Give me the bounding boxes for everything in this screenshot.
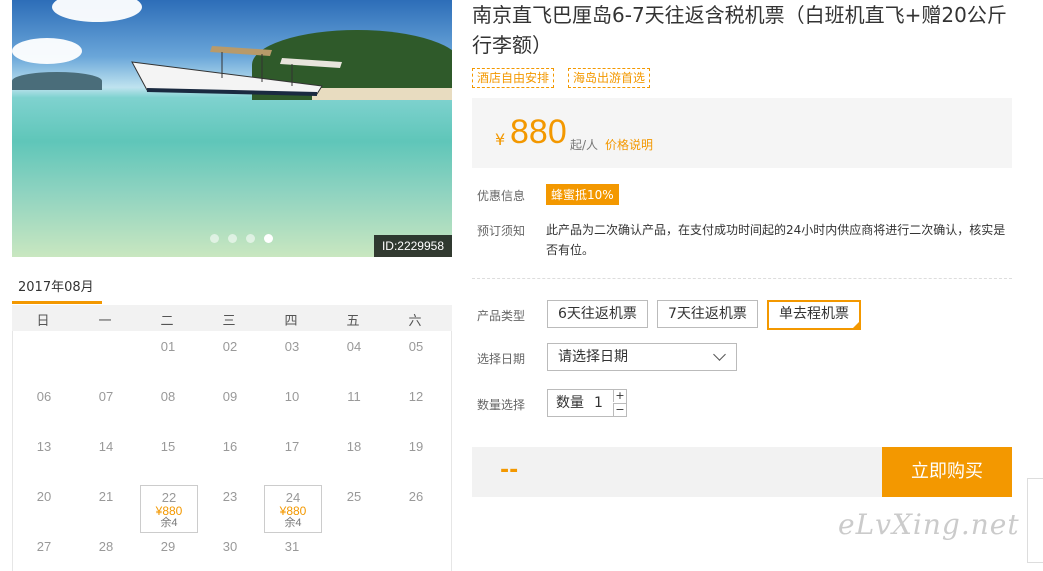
calendar-day-remaining: 余4 <box>160 517 178 529</box>
quantity-minus-button[interactable]: − <box>613 403 626 416</box>
calendar-day-available[interactable]: 22 ¥880 余4 <box>140 485 198 533</box>
side-toolbar[interactable] <box>1027 478 1043 563</box>
divider <box>472 278 1012 279</box>
buy-now-button[interactable]: 立即购买 <box>882 447 1012 497</box>
calendar-day: 02 <box>222 339 238 354</box>
calendar-day: 15 <box>160 439 176 454</box>
calendar-weekday: 日 <box>36 314 50 329</box>
boat-decor <box>131 46 342 96</box>
calendar-day-remaining: 余4 <box>284 517 302 529</box>
quantity-field-label: 数量 <box>556 395 584 411</box>
quantity-label: 数量选择 <box>477 398 526 412</box>
calendar-grid: 01 02 03 04 05 06 07 08 09 10 11 12 13 14 15 16 17 18 19 20… <box>12 331 452 571</box>
island-decor <box>12 72 102 90</box>
tag-island: 海岛出游首选 <box>568 68 651 88</box>
calendar-day: 23 <box>222 489 238 504</box>
price-unit: 起/人 <box>570 138 599 152</box>
calendar-day: 10 <box>284 389 300 404</box>
currency-symbol: ¥ <box>495 130 506 149</box>
quantity-stepper: 数量 1 + − <box>547 389 627 417</box>
calendar-day: 03 <box>284 339 300 354</box>
calendar-day-price: ¥880 <box>279 504 307 518</box>
calendar-weekday: 五 <box>346 314 360 329</box>
product-title: 南京直飞巴厘岛6-7天往返含税机票（白班机直飞+赠20公斤行李额） <box>472 3 1007 57</box>
product-photo[interactable]: ID:2229958 <box>12 0 452 257</box>
calendar-day: 14 <box>98 439 114 454</box>
calendar-day: 21 <box>98 489 114 504</box>
calendar-day: 13 <box>36 439 52 454</box>
calendar-day: 17 <box>284 439 300 454</box>
product-type-option-oneway[interactable]: 单去程机票 <box>767 300 861 330</box>
calendar-day: 11 <box>347 389 361 404</box>
chevron-down-icon <box>713 348 726 361</box>
date-select-placeholder: 请选择日期 <box>558 349 628 365</box>
date-select[interactable]: 请选择日期 <box>547 343 737 371</box>
cloud-decor <box>12 38 82 64</box>
calendar-month-underline <box>12 301 102 304</box>
calendar-day: 08 <box>160 389 176 404</box>
calendar-day-number: 24 <box>285 490 301 505</box>
watermark: eLvXing.net <box>838 508 1020 541</box>
calendar-month[interactable]: 2017年08月 <box>18 276 94 295</box>
quantity-input[interactable]: 1 <box>594 390 603 416</box>
slide-dot[interactable] <box>228 234 237 243</box>
calendar-day: 25 <box>346 489 362 504</box>
notice-label: 预订须知 <box>477 224 526 238</box>
calendar-day: 01 <box>160 339 176 354</box>
product-type-label: 产品类型 <box>477 309 526 323</box>
calendar-weekday: 四 <box>284 314 298 329</box>
calendar-day: 12 <box>408 389 424 404</box>
calendar-day: 09 <box>222 389 238 404</box>
date-select-label: 选择日期 <box>477 352 526 366</box>
slide-dot-active[interactable] <box>264 234 273 243</box>
promo-badge: 蜂蜜抵10% <box>546 184 619 205</box>
calendar-day: 19 <box>408 439 424 454</box>
calendar-day: 30 <box>222 539 238 554</box>
calendar-weekday: 六 <box>408 314 422 329</box>
product-type-option-7day[interactable]: 7天往返机票 <box>657 300 758 328</box>
calendar-weekday: 一 <box>98 314 112 329</box>
slide-dot[interactable] <box>246 234 255 243</box>
calendar-day: 26 <box>408 489 424 504</box>
photo-id-badge: ID:2229958 <box>373 235 452 257</box>
calendar-day: 16 <box>222 439 238 454</box>
promo-label: 优惠信息 <box>477 189 526 203</box>
calendar-day-price: ¥880 <box>155 504 183 518</box>
quantity-plus-button[interactable]: + <box>613 390 626 402</box>
price-amount: 880 <box>510 113 567 151</box>
calendar-day: 06 <box>36 389 52 404</box>
calendar-day: 20 <box>36 489 52 504</box>
product-type-option-6day[interactable]: 6天往返机票 <box>547 300 648 328</box>
cloud-decor <box>52 0 142 22</box>
calendar-weekday: 二 <box>160 314 174 329</box>
calendar-day: 04 <box>346 339 362 354</box>
calendar-day: 31 <box>284 539 300 554</box>
calendar-day: 27 <box>36 539 52 554</box>
calendar-day: 18 <box>346 439 362 454</box>
calendar-day-available[interactable]: 24 ¥880 余4 <box>264 485 322 533</box>
calendar-day: 29 <box>160 539 176 554</box>
calendar-weekday-header: 日一二三四五六 <box>12 305 452 331</box>
price-note-link[interactable]: 价格说明 <box>605 136 653 153</box>
slide-dot[interactable] <box>210 234 219 243</box>
calendar-day-number: 22 <box>161 490 177 505</box>
tag-hotel: 酒店自由安排 <box>472 68 555 88</box>
calendar-day: 05 <box>408 339 424 354</box>
calendar-weekday: 三 <box>222 314 236 329</box>
total-price: -- <box>500 458 519 483</box>
notice-text: 此产品为二次确认产品，在支付成功时间起的24小时内供应商将进行二次确认，核实是否… <box>546 223 1006 257</box>
calendar-day: 28 <box>98 539 114 554</box>
calendar-day: 07 <box>98 389 114 404</box>
